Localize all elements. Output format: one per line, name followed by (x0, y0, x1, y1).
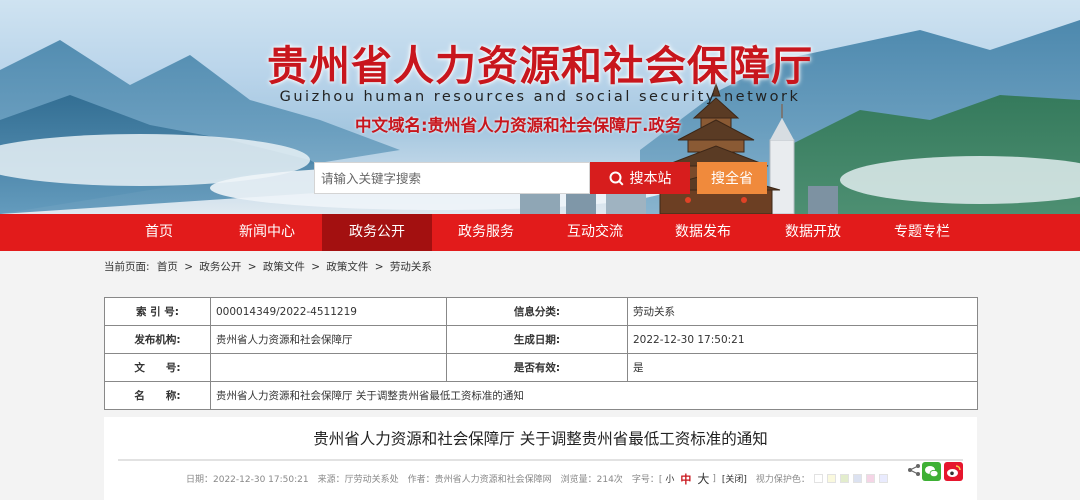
search-icon (609, 171, 624, 186)
breadcrumb-separator: > (184, 261, 194, 273)
nav-open-data[interactable]: 数据开放 (758, 214, 868, 251)
site-banner: 贵州省人力资源和社会保障厅 Guizhou human resources an… (0, 0, 1080, 214)
search-input[interactable] (315, 163, 589, 193)
nav-home[interactable]: 首页 (104, 214, 214, 251)
font-small-button[interactable]: 小 (665, 472, 674, 485)
date-label: 生成日期: (446, 325, 628, 354)
eye-color-swatch[interactable] (865, 474, 875, 483)
meta-date: 日期：2022-12-30 17:50:21 (186, 475, 309, 485)
article-meta: 日期：2022-12-30 17:50:21 来源：厅劳动关系处 作者：贵州省人… (186, 470, 888, 487)
search-site-button[interactable]: 搜本站 (590, 162, 690, 194)
name-label: 名 称: (104, 381, 211, 410)
weibo-icon[interactable] (944, 462, 963, 481)
site-subtitle: Guizhou human resources and social secur… (279, 89, 801, 105)
breadcrumb-item[interactable]: 政务公开 (199, 261, 241, 273)
breadcrumb-separator: > (311, 261, 321, 273)
font-medium-button[interactable]: 中 (680, 471, 691, 487)
breadcrumb-separator: > (374, 261, 384, 273)
breadcrumb-prefix: 当前页面: (104, 261, 150, 273)
category-value: 劳动关系 (627, 297, 978, 326)
meta-author: 作者：贵州省人力资源和社会保障网 (407, 475, 552, 485)
category-label: 信息分类: (446, 297, 628, 326)
breadcrumb-separator: > (247, 261, 257, 273)
breadcrumb-item[interactable]: 政策文件 (263, 261, 305, 273)
index-value: 000014349/2022-4511219 (210, 297, 447, 326)
search-site-label: 搜本站 (629, 171, 672, 187)
publisher-label: 发布机构: (104, 325, 211, 354)
breadcrumb-item[interactable]: 劳动关系 (390, 261, 432, 273)
valid-label: 是否有效: (446, 353, 628, 382)
eye-color-swatch[interactable] (826, 474, 836, 483)
breadcrumb: 当前页面: 首页 > 政务公开 > 政策文件 > 政策文件 > 劳动关系 (104, 259, 432, 274)
article-panel: 贵州省人力资源和社会保障厅 关于调整贵州省最低工资标准的通知 日期：2022-1… (104, 417, 977, 500)
nav-topics[interactable]: 专题专栏 (867, 214, 977, 251)
table-row: 索 引 号: 000014349/2022-4511219 信息分类: 劳动关系 (104, 297, 978, 326)
date-value: 2022-12-30 17:50:21 (627, 325, 978, 354)
font-size-end: ] (712, 473, 716, 484)
search-province-button[interactable]: 搜全省 (697, 162, 767, 194)
eye-color-swatch[interactable] (813, 474, 823, 483)
docno-label: 文 号: (104, 353, 211, 382)
nav-interaction[interactable]: 互动交流 (540, 214, 650, 251)
article-title: 贵州省人力资源和社会保障厅 关于调整贵州省最低工资标准的通知 (313, 430, 768, 448)
breadcrumb-item[interactable]: 政策文件 (326, 261, 368, 273)
nav-gov-affairs[interactable]: 政务公开 (322, 214, 432, 251)
valid-value: 是 (627, 353, 978, 382)
eye-color-swatch[interactable] (839, 474, 849, 483)
nav-gov-services[interactable]: 政务服务 (431, 214, 541, 251)
site-title: 贵州省人力资源和社会保障厅 (267, 42, 813, 90)
docno-value (210, 353, 447, 382)
table-row: 名 称: 贵州省人力资源和社会保障厅 关于调整贵州省最低工资标准的通知 (104, 381, 978, 410)
wechat-icon[interactable] (922, 462, 941, 481)
eye-color-swatch[interactable] (878, 474, 888, 483)
publisher-value: 贵州省人力资源和社会保障厅 (210, 325, 447, 354)
eye-color-swatch[interactable] (852, 474, 862, 483)
meta-source: 来源：厅劳动关系处 (317, 475, 399, 485)
font-large-button[interactable]: 大 (697, 470, 709, 487)
index-label: 索 引 号: (104, 297, 211, 326)
table-row: 发布机构: 贵州省人力资源和社会保障厅 生成日期: 2022-12-30 17:… (104, 325, 978, 354)
eye-care-label: 视力保护色： (755, 475, 810, 485)
nav-news[interactable]: 新闻中心 (212, 214, 322, 251)
document-info-table: 索 引 号: 000014349/2022-4511219 信息分类: 劳动关系… (104, 297, 978, 410)
search-box (314, 162, 590, 194)
site-domain: 中文域名:贵州省人力资源和社会保障厅.政务 (355, 116, 682, 135)
table-row: 文 号: 是否有效: 是 (104, 353, 978, 382)
share-icon[interactable] (907, 463, 921, 477)
breadcrumb-item[interactable]: 首页 (157, 261, 178, 273)
meta-views: 浏览量：214次 (560, 475, 623, 485)
name-value: 贵州省人力资源和社会保障厅 关于调整贵州省最低工资标准的通知 (210, 381, 978, 410)
font-size-label: 字号：[ (631, 475, 663, 485)
main-nav: 首页 新闻中心 政务公开 政务服务 互动交流 数据发布 数据开放 专题专栏 (0, 214, 1080, 251)
nav-data-release[interactable]: 数据发布 (648, 214, 758, 251)
title-divider (118, 459, 963, 461)
close-button[interactable]: [关闭] (722, 472, 747, 485)
